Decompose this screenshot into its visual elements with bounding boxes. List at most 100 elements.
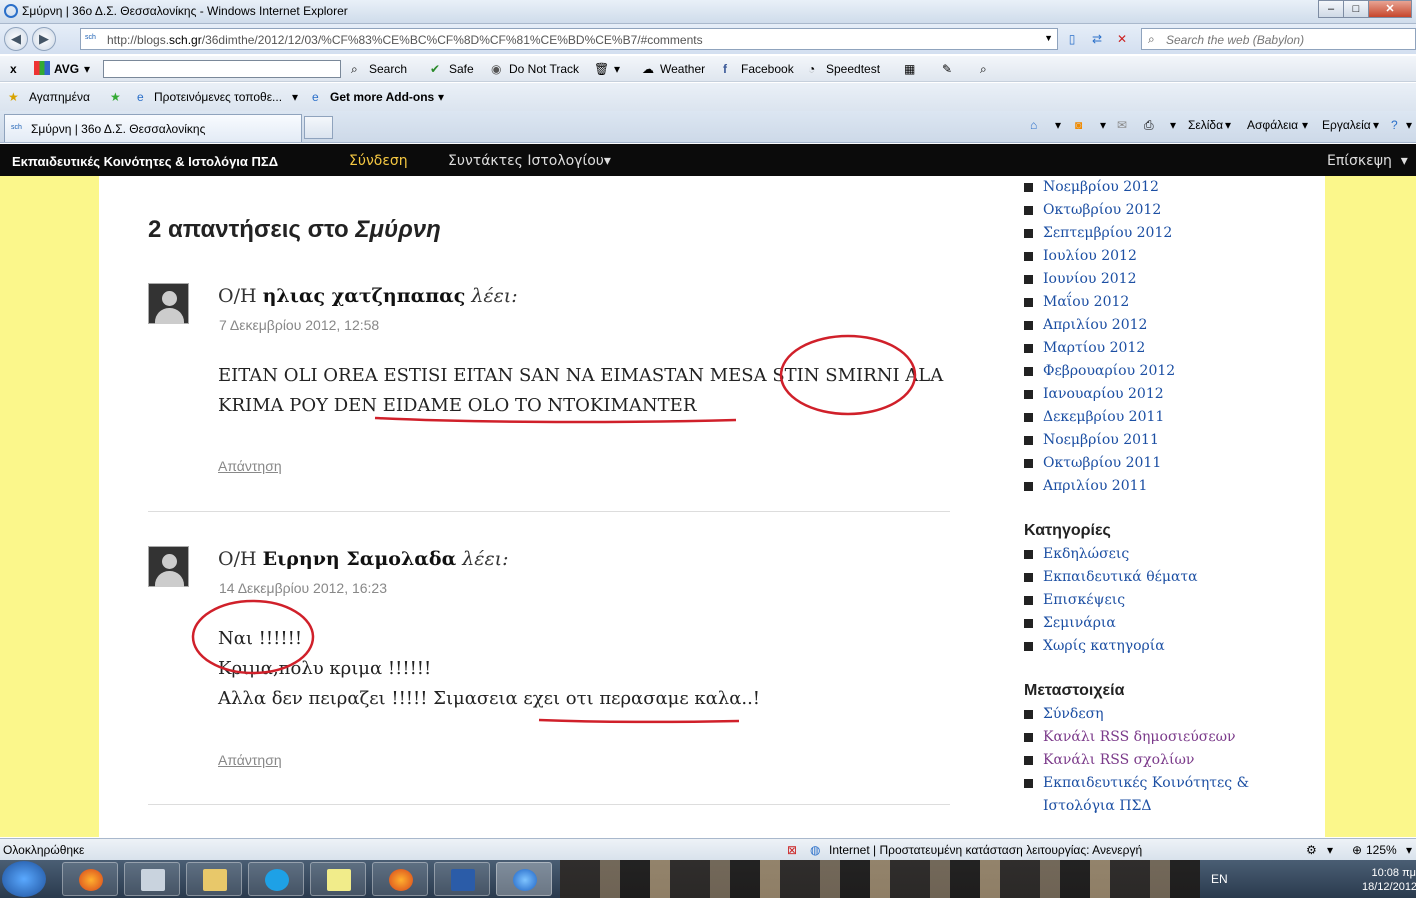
protected-mode-icon[interactable]: ⚙	[1306, 843, 1317, 857]
avg-search-button[interactable]: Search	[369, 62, 407, 76]
close-window-button[interactable]: ✕	[1368, 0, 1412, 18]
avg-search-icon: ⌕	[351, 62, 358, 76]
authors-menu[interactable]: Συντάκτες Ιστολογίου▾	[448, 153, 611, 169]
archives-item[interactable]: Ιουλίου 2012	[1024, 245, 1175, 268]
avg-menu[interactable]: AVG	[54, 62, 79, 76]
avg-dropdown-icon[interactable]: ▾	[84, 62, 90, 76]
speedtest-button[interactable]: Speedtest	[826, 62, 880, 76]
skype-taskbar-icon[interactable]	[248, 862, 304, 896]
firefox-taskbar-icon[interactable]	[62, 862, 118, 896]
suggested-dropdown-icon[interactable]: ▾	[292, 90, 298, 104]
page-menu[interactable]: Σελίδα	[1188, 118, 1223, 132]
archives-item[interactable]: Νοεμβρίου 2011	[1024, 429, 1175, 452]
categories-item[interactable]: Επισκέψεις	[1024, 589, 1198, 612]
zoom-search-icon[interactable]: ⌕	[980, 62, 987, 77]
refresh-icon[interactable]: ⇄	[1088, 30, 1106, 48]
help-dropdown-icon[interactable]: ▾	[1406, 118, 1412, 132]
page-dropdown-icon[interactable]: ▾	[1225, 118, 1231, 132]
meta-item[interactable]: Κανάλι RSS δημοσιεύσεων	[1024, 726, 1249, 749]
maximize-button[interactable]: □	[1343, 0, 1369, 18]
categories-item[interactable]: Σεμινάρια	[1024, 612, 1198, 635]
calculator-taskbar-icon[interactable]	[124, 862, 180, 896]
address-dropdown-icon[interactable]: ▼	[1044, 33, 1053, 43]
archives-item[interactable]: Οκτωβρίου 2012	[1024, 199, 1175, 222]
categories-item[interactable]: Χωρίς κατηγορία	[1024, 635, 1198, 658]
language-indicator[interactable]: EN	[1211, 872, 1228, 886]
archives-item[interactable]: Δεκεμβρίου 2011	[1024, 406, 1175, 429]
blocked-icon[interactable]: ⊠	[787, 843, 797, 857]
mail-icon[interactable]: ✉	[1117, 118, 1127, 132]
tools-dropdown-icon[interactable]: ▾	[1373, 118, 1379, 132]
categories-item[interactable]: Εκπαιδευτικά θέματα	[1024, 566, 1198, 589]
start-button[interactable]	[2, 861, 46, 897]
rss-dropdown-icon[interactable]: ▾	[1100, 118, 1106, 132]
rss-icon[interactable]: ◙	[1075, 118, 1082, 132]
search-icon: ⌕	[1148, 32, 1155, 46]
tab-active[interactable]: sch Σμύρνη | 36ο Δ.Σ. Θεσσαλονίκης	[4, 114, 302, 142]
trash-icon[interactable]: 🗑	[594, 62, 609, 76]
weather-button[interactable]: Weather	[660, 62, 705, 76]
categories-heading: Κατηγορίες	[1024, 522, 1111, 539]
meta-item[interactable]: Εκπαιδευτικές Κοινότητες &	[1024, 772, 1249, 795]
archives-item[interactable]: Απριλίου 2012	[1024, 314, 1175, 337]
new-tab-button[interactable]	[304, 116, 333, 139]
home-dropdown-icon[interactable]: ▾	[1055, 118, 1061, 132]
security-zone[interactable]: Internet | Προστατευμένη κατάσταση λειτο…	[829, 843, 1142, 857]
suggested-sites-link[interactable]: Προτεινόμενες τοποθε...	[154, 90, 282, 104]
explorer-taskbar-icon[interactable]	[186, 862, 242, 896]
add-favorite-icon[interactable]: ★	[110, 90, 121, 104]
protected-dropdown-icon[interactable]: ▾	[1327, 843, 1333, 857]
meta-item[interactable]: Σύνδεση	[1024, 703, 1249, 726]
meta-list: Σύνδεση Κανάλι RSS δημοσιεύσεων Κανάλι RSS…	[1024, 703, 1249, 818]
tools-menu[interactable]: Εργαλεία	[1322, 118, 1371, 132]
categories-item[interactable]: Εκδηλώσεις	[1024, 543, 1198, 566]
archives-item[interactable]: Οκτωβρίου 2011	[1024, 452, 1175, 475]
safety-dropdown-icon[interactable]: ▾	[1302, 118, 1308, 132]
compatibility-view-icon[interactable]: ▯	[1063, 30, 1081, 48]
notepad-icon[interactable]: ✎	[942, 62, 952, 76]
print-dropdown-icon[interactable]: ▾	[1170, 118, 1176, 132]
facebook-icon: f	[723, 62, 727, 76]
back-button[interactable]: ◀	[4, 27, 28, 51]
archives-item[interactable]: Απριλίου 2011	[1024, 475, 1175, 498]
minimize-button[interactable]: ‒	[1318, 0, 1344, 18]
do-not-track-button[interactable]: Do Not Track	[509, 62, 579, 76]
meta-item[interactable]: Ιστολόγια ΠΣΔ	[1024, 795, 1249, 818]
favorites-button[interactable]: Αγαπημένα	[29, 90, 90, 104]
sticky-notes-taskbar-icon[interactable]	[310, 862, 366, 896]
safe-button[interactable]: Safe	[449, 62, 474, 76]
archives-item[interactable]: Φεβρουαρίου 2012	[1024, 360, 1175, 383]
archives-item[interactable]: Ιουνίου 2012	[1024, 268, 1175, 291]
annotation-underline	[538, 718, 740, 724]
facebook-button[interactable]: Facebook	[741, 62, 794, 76]
zoom-level[interactable]: 125%	[1366, 843, 1397, 857]
login-link[interactable]: Σύνδεση	[349, 153, 408, 169]
web-search-input[interactable]: ⌕ Search the web (Babylon)	[1141, 28, 1416, 50]
stop-icon[interactable]: ✕	[1113, 30, 1131, 48]
archives-item[interactable]: Μαΐου 2012	[1024, 291, 1175, 314]
meta-item[interactable]: Κανάλι RSS σχολίων	[1024, 749, 1249, 772]
addons-dropdown-icon[interactable]: ▾	[438, 90, 444, 104]
system-clock[interactable]: 10:08 πμ 18/12/2012	[1362, 866, 1416, 894]
archives-item[interactable]: Ιανουαρίου 2012	[1024, 383, 1175, 406]
archives-item[interactable]: Σεπτεμβρίου 2012	[1024, 222, 1175, 245]
ie-taskbar-icon[interactable]	[496, 862, 552, 896]
get-addons-link[interactable]: Get more Add-ons	[330, 90, 434, 104]
word-taskbar-icon[interactable]	[434, 862, 490, 896]
print-icon[interactable]: ⎙	[1144, 118, 1154, 133]
avg-search-input[interactable]	[103, 60, 341, 78]
trash-dropdown-icon[interactable]: ▾	[614, 62, 620, 76]
archives-item[interactable]: Νοεμβρίου 2012	[1024, 176, 1175, 199]
firefox-taskbar-icon-2[interactable]	[372, 862, 428, 896]
calculator-icon[interactable]: ▦	[904, 62, 915, 76]
zoom-dropdown-icon[interactable]: ▾	[1406, 843, 1412, 857]
forward-button[interactable]: ▶	[32, 27, 56, 51]
close-toolbar-button[interactable]: x	[10, 62, 17, 76]
address-bar[interactable]: sch http://blogs.sch.gr/36dimthe/2012/12…	[80, 28, 1058, 50]
admin-bar-site-link[interactable]: Εκπαιδευτικές Κοινότητες & Ιστολόγια ΠΣΔ	[12, 154, 278, 169]
visit-menu[interactable]: Επίσκεψη ▾	[1327, 153, 1408, 169]
help-icon[interactable]: ?	[1391, 118, 1398, 132]
archives-item[interactable]: Μαρτίου 2012	[1024, 337, 1175, 360]
home-icon[interactable]: ⌂	[1030, 118, 1037, 132]
safety-menu[interactable]: Ασφάλεια	[1247, 118, 1298, 132]
